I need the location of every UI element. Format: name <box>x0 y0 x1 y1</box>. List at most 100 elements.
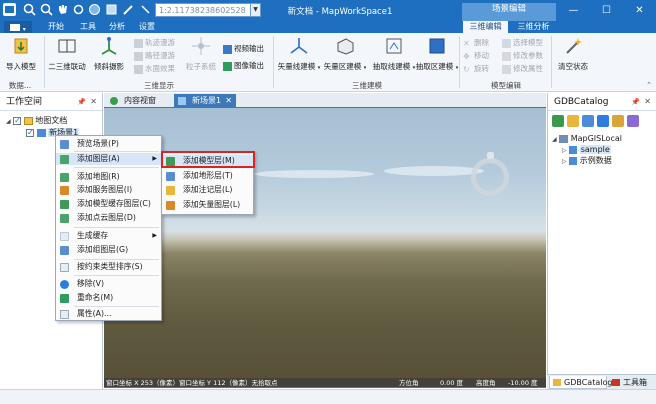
root-checkbox[interactable] <box>13 115 22 126</box>
gdb-title: GDBCatalog <box>554 97 609 107</box>
collapse-ribbon-icon[interactable]: ⌃ <box>646 81 652 89</box>
tree-root-label: 地图文档 <box>35 116 68 125</box>
close-pane-icon[interactable]: ✕ <box>644 93 651 111</box>
menu-preview-scene[interactable]: 预览场景(P) <box>56 138 161 150</box>
zoom-out-icon[interactable] <box>40 3 53 16</box>
menu-add-map[interactable]: 添加地图(R) <box>56 171 161 183</box>
menu-add-layer[interactable]: 添加图层(A) ▶ <box>56 153 161 165</box>
menu-generate-cache[interactable]: 生成缓存 ▶ <box>56 230 161 242</box>
globe-icon[interactable] <box>88 3 101 16</box>
import-model-button[interactable]: 导入模型 <box>3 35 39 72</box>
menu-add-group-layer[interactable]: 添加组图层(G) <box>56 244 161 256</box>
app-status-bar <box>0 389 656 404</box>
menu-add-pointcloud-layer[interactable]: 添加点云图层(D) <box>56 212 161 224</box>
tab-toolbox[interactable]: 工具箱 <box>609 376 653 389</box>
new-icon[interactable] <box>567 115 579 127</box>
linkage-23d-icon <box>58 39 76 53</box>
menu-properties[interactable]: 属性(A)... <box>56 308 161 320</box>
scale-input[interactable]: 1:2.11738238602528 <box>155 3 251 17</box>
cache-icon <box>60 232 69 241</box>
menu-separator <box>74 151 159 152</box>
minimize-icon[interactable]: — <box>557 0 590 21</box>
vector-area-model-button[interactable]: 矢量区建模 ▾ <box>322 35 368 72</box>
database-icon[interactable] <box>582 115 594 127</box>
highlight-annotation-box <box>161 151 255 168</box>
pin-icon[interactable]: 📌 <box>631 93 640 111</box>
tool-icon[interactable] <box>122 3 135 16</box>
vector-line-model-button[interactable]: 矢量线建模 ▾ <box>276 35 322 72</box>
zoom-in-icon[interactable] <box>23 3 36 16</box>
arrow-down-icon[interactable] <box>139 3 152 16</box>
menu-remove[interactable]: 移除(V) <box>56 278 161 290</box>
track-roam-button[interactable]: 轨迹漫游 <box>134 37 175 48</box>
extract-area-model-button[interactable]: 抽取区建模 ▾ <box>414 35 460 72</box>
group-layer-icon <box>60 246 69 255</box>
tilt-photo-button[interactable]: 倾斜摄影 <box>89 35 129 72</box>
layers-icon[interactable] <box>105 3 118 16</box>
tab-analysis[interactable]: 分析 <box>109 21 125 33</box>
tab-gdb-catalog[interactable]: GDBCatalog <box>549 376 612 389</box>
clear-state-button[interactable]: 清空状态 <box>554 35 592 72</box>
edit-param-button[interactable]: 修改参数 <box>502 50 543 61</box>
navigation-compass[interactable] <box>471 158 509 196</box>
scene-icon <box>36 128 46 137</box>
compass-north-marker[interactable] <box>487 152 494 159</box>
water-effect-button[interactable]: 水面效果 <box>134 63 175 74</box>
menu-sort-by-type[interactable]: 按约束类型排序(S) <box>56 261 161 273</box>
linkage-23d-button[interactable]: 二三维联动 <box>46 35 88 72</box>
delete-button[interactable]: ✕ 删除 <box>463 37 489 48</box>
image-output-button[interactable]: 图像输出 <box>223 60 264 71</box>
menu-add-service-layer[interactable]: 添加服务图层(I) <box>56 184 161 196</box>
tab-content-view[interactable]: 内容视窗 <box>106 94 172 108</box>
collapse-icon[interactable]: ◢ <box>552 136 557 143</box>
tab-scene1[interactable]: 新场景1 ✕ <box>174 94 236 108</box>
search-icon[interactable] <box>612 115 624 127</box>
options-icon[interactable] <box>627 115 639 127</box>
maximize-icon[interactable]: ☐ <box>590 0 623 21</box>
close-pane-icon[interactable]: ✕ <box>90 93 97 111</box>
file-menu-button[interactable]: ▾ <box>4 21 32 33</box>
extract-line-model-button[interactable]: 抽取线建模 ▾ <box>371 35 417 72</box>
tab-tools[interactable]: 工具 <box>80 21 96 33</box>
path-roam-button[interactable]: 路径漫游 <box>134 50 175 61</box>
gdb-root-node[interactable]: ◢ MapGISLocal <box>552 133 622 144</box>
submenu-add-annotation-layer[interactable]: 添加注记层(L) <box>162 184 253 196</box>
tab-3d-edit[interactable]: 三维编辑 <box>463 21 508 33</box>
refresh-icon[interactable] <box>72 3 85 16</box>
tilt-photo-label: 倾斜摄影 <box>94 62 124 71</box>
tab-3d-analysis[interactable]: 三维分析 <box>511 21 556 33</box>
tree-node-root[interactable]: ◢ 地图文档 <box>6 115 67 126</box>
tab-settings[interactable]: 设置 <box>139 21 155 33</box>
tab-start[interactable]: 开始 <box>48 21 64 33</box>
video-output-button[interactable]: 视频输出 <box>223 43 264 54</box>
gdb-item-sample[interactable]: ▷ sample <box>562 144 611 155</box>
close-tab-icon[interactable]: ✕ <box>225 94 232 108</box>
elevation-value: -10.00 度 <box>508 379 538 387</box>
collapse-icon[interactable]: ◢ <box>6 118 11 125</box>
rotate-button[interactable]: ↻ 旋转 <box>463 63 489 74</box>
menu-add-model-cache-layer[interactable]: 添加模型缓存图层(C) <box>56 198 161 210</box>
db-icon <box>569 156 578 165</box>
submenu-add-vector-layer[interactable]: 添加矢量图层(L) <box>162 199 253 211</box>
pin-icon[interactable]: 📌 <box>77 93 86 111</box>
connect-icon[interactable] <box>552 115 564 127</box>
terrain-layer-icon <box>166 172 175 181</box>
particle-system-button[interactable]: 粒子系统 <box>183 35 219 72</box>
edit-attr-button[interactable]: 修改属性 <box>502 63 543 74</box>
move-button[interactable]: ✥ 移动 <box>463 50 489 61</box>
menu-rename[interactable]: 重命名(M) <box>56 292 161 304</box>
refresh-icon[interactable] <box>597 115 609 127</box>
select-model-button[interactable]: 选择模型 <box>502 37 543 48</box>
submenu-add-terrain-layer[interactable]: 添加地形层(T) <box>162 170 253 182</box>
close-icon[interactable]: ✕ <box>623 0 656 21</box>
app-menu-icon[interactable] <box>3 3 16 16</box>
vector-area-icon <box>337 38 354 55</box>
expand-icon[interactable]: ▷ <box>562 147 567 154</box>
pan-hand-icon[interactable] <box>56 3 69 16</box>
expand-icon[interactable]: ▷ <box>562 158 567 165</box>
remove-icon <box>60 280 69 289</box>
scene-viewport[interactable] <box>104 108 546 387</box>
pointcloud-icon <box>60 214 69 223</box>
scene-checkbox[interactable] <box>26 127 34 138</box>
gdb-item-demo[interactable]: ▷ 示例数据 <box>562 155 612 166</box>
